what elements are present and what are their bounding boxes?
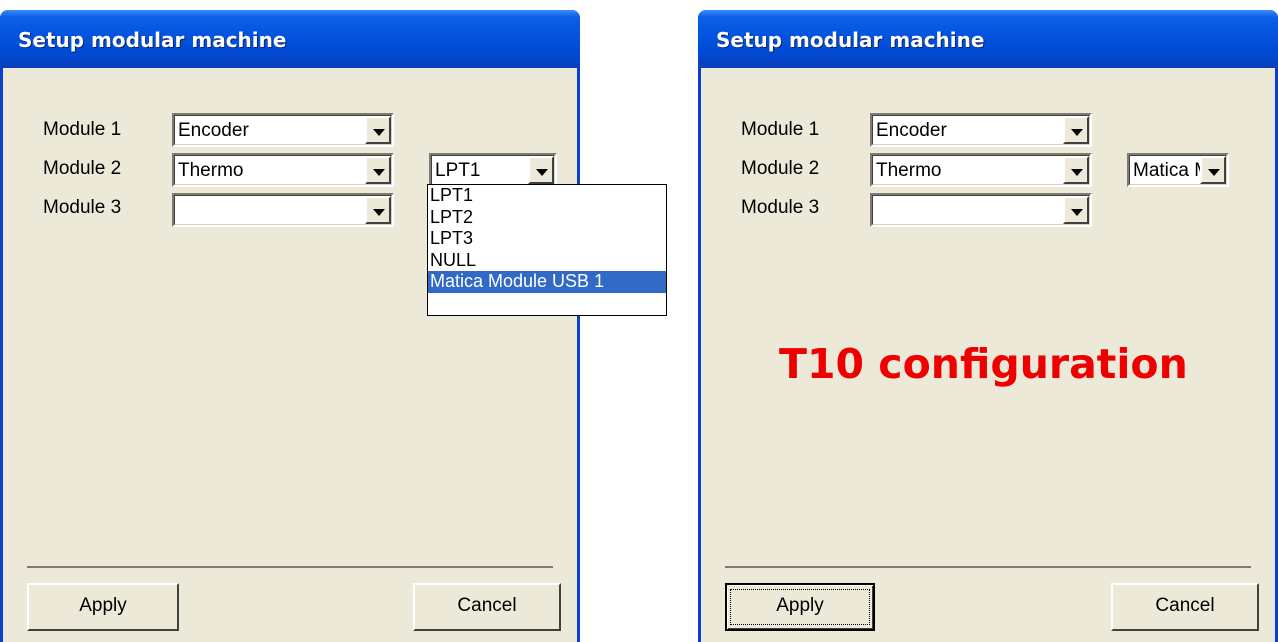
module-2-value: Thermo — [178, 160, 244, 181]
window-title: Setup modular machine — [716, 28, 985, 52]
module-2-value: Thermo — [876, 160, 942, 181]
chevron-down-icon[interactable] — [528, 156, 554, 184]
chevron-down-icon[interactable] — [1063, 156, 1089, 184]
chevron-down-icon[interactable] — [1063, 196, 1089, 224]
cancel-button[interactable]: Cancel — [413, 583, 561, 631]
module-2-select[interactable]: Thermo — [870, 153, 1092, 187]
module-1-select[interactable]: Encoder — [870, 113, 1092, 147]
module-3-label: Module 3 — [43, 197, 122, 218]
chevron-down-icon[interactable] — [1200, 156, 1226, 184]
module-1-value: Encoder — [178, 120, 249, 141]
port-select[interactable]: Matica M — [1127, 153, 1229, 187]
divider — [725, 566, 1251, 568]
module-1-select[interactable]: Encoder — [172, 113, 394, 147]
dropdown-option[interactable]: LPT3 — [428, 228, 666, 250]
port-value: Matica M — [1133, 160, 1203, 181]
cancel-button[interactable]: Cancel — [1111, 583, 1259, 631]
dropdown-option[interactable]: NULL — [428, 250, 666, 272]
setup-window-right: Setup modular machine Module 1 Module 2 … — [698, 10, 1278, 642]
module-3-select[interactable] — [172, 193, 394, 227]
setup-window-left: Setup modular machine Module 1 Module 2 … — [0, 10, 580, 642]
apply-button[interactable]: Apply — [27, 583, 179, 631]
port-dropdown-list[interactable]: LPT1 LPT2 LPT3 NULL Matica Module USB 1 — [427, 184, 667, 316]
chevron-down-icon[interactable] — [365, 156, 391, 184]
module-1-label: Module 1 — [43, 119, 122, 140]
module-2-label: Module 2 — [741, 158, 820, 179]
window-title: Setup modular machine — [18, 28, 287, 52]
dropdown-option[interactable]: LPT2 — [428, 207, 666, 229]
chevron-down-icon[interactable] — [365, 116, 391, 144]
module-3-label: Module 3 — [741, 197, 820, 218]
title-bar[interactable]: Setup modular machine — [698, 10, 1278, 68]
module-1-label: Module 1 — [741, 119, 820, 140]
chevron-down-icon[interactable] — [1063, 116, 1089, 144]
dropdown-option[interactable]: LPT1 — [428, 185, 666, 207]
module-2-select[interactable]: Thermo — [172, 153, 394, 187]
module-2-label: Module 2 — [43, 158, 122, 179]
configuration-caption: T10 configuration — [779, 340, 1188, 388]
port-select[interactable]: LPT1 — [429, 153, 557, 187]
module-3-select[interactable] — [870, 193, 1092, 227]
title-bar[interactable]: Setup modular machine — [0, 10, 580, 68]
port-value: LPT1 — [435, 160, 481, 181]
module-1-value: Encoder — [876, 120, 947, 141]
divider — [27, 566, 553, 568]
apply-button[interactable]: Apply — [725, 583, 875, 631]
dropdown-option-selected[interactable]: Matica Module USB 1 — [428, 271, 666, 293]
chevron-down-icon[interactable] — [365, 196, 391, 224]
